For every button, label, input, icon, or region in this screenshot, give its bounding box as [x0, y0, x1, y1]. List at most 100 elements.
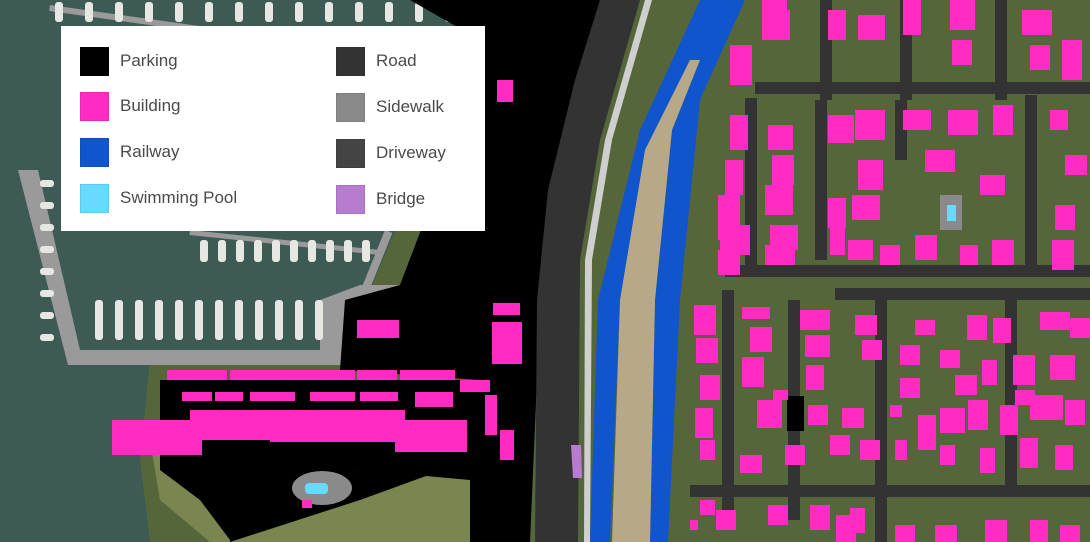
- building: [765, 245, 795, 265]
- building: [940, 408, 965, 433]
- boat: [175, 300, 183, 340]
- building: [1030, 520, 1048, 542]
- legend-item-bridge: Bridge: [336, 184, 425, 214]
- building: [915, 235, 937, 260]
- building: [1055, 445, 1073, 470]
- building: [1062, 40, 1082, 80]
- building: [1030, 395, 1045, 420]
- boat: [175, 2, 183, 22]
- building: [968, 400, 988, 430]
- building: [182, 392, 212, 401]
- building: [768, 505, 788, 525]
- building: [1052, 240, 1074, 270]
- building: [960, 245, 978, 265]
- parking-swatch-icon: [80, 46, 109, 76]
- boat: [295, 300, 303, 340]
- legend-label: Swimming Pool: [120, 188, 238, 207]
- boat: [275, 300, 283, 340]
- building: [1050, 355, 1075, 380]
- building: [967, 315, 987, 340]
- legend-label: Sidewalk: [376, 97, 445, 116]
- boat: [85, 2, 93, 22]
- boat: [235, 2, 243, 22]
- building: [858, 15, 885, 40]
- building: [1065, 400, 1085, 425]
- boat: [40, 224, 54, 231]
- boat: [40, 202, 54, 209]
- building: [828, 115, 854, 143]
- building: [700, 440, 715, 460]
- legend-item-swimming-pool: Swimming Pool: [80, 183, 237, 213]
- building: [806, 365, 824, 390]
- legend-label: Driveway: [376, 143, 446, 162]
- boat: [315, 300, 323, 340]
- building: [1040, 312, 1070, 330]
- swimming-pool-swatch-icon: [80, 183, 109, 213]
- building: [855, 315, 877, 335]
- legend-label: Parking: [120, 51, 178, 70]
- boat: [218, 240, 226, 262]
- legend-label: Bridge: [376, 189, 426, 208]
- building: [852, 195, 880, 220]
- building: [980, 175, 1005, 195]
- building: [903, 110, 931, 130]
- building: [785, 445, 805, 465]
- building: [742, 357, 764, 387]
- building: [993, 318, 1011, 343]
- building: [415, 392, 453, 407]
- building: [940, 350, 960, 368]
- building: [694, 305, 716, 335]
- building: [900, 378, 920, 398]
- boat: [308, 240, 316, 262]
- boat: [362, 240, 370, 262]
- legend-item-road: Road: [336, 46, 417, 76]
- building: [302, 500, 312, 508]
- boat: [95, 300, 103, 340]
- building: [1055, 205, 1075, 230]
- boat: [290, 240, 298, 262]
- building: [842, 408, 864, 428]
- building: [918, 415, 936, 450]
- building: [836, 515, 856, 542]
- building: [800, 310, 830, 330]
- sidewalk-swatch-icon: [336, 92, 365, 122]
- building: [765, 185, 793, 215]
- building: [935, 525, 957, 542]
- building: [725, 160, 743, 195]
- boat: [40, 180, 54, 187]
- building: [190, 410, 270, 440]
- building: [952, 40, 972, 65]
- building: [270, 370, 312, 380]
- building: [700, 500, 715, 515]
- boat: [40, 268, 54, 275]
- boat: [40, 290, 54, 297]
- boat: [254, 240, 262, 262]
- boat: [195, 300, 203, 340]
- building-swatch-icon: [80, 91, 109, 121]
- boat: [205, 2, 213, 22]
- building: [903, 0, 921, 35]
- boat: [115, 2, 123, 22]
- building: [855, 110, 885, 140]
- building: [250, 392, 295, 401]
- building: [1070, 318, 1090, 338]
- building: [772, 10, 790, 40]
- swimming-pool: [947, 205, 956, 221]
- building: [497, 80, 513, 102]
- legend-item-building: Building: [80, 91, 181, 121]
- boat: [325, 2, 333, 22]
- building: [805, 335, 830, 357]
- building: [112, 420, 202, 455]
- building: [1045, 395, 1063, 420]
- building: [1000, 405, 1018, 435]
- building: [757, 400, 782, 428]
- building: [860, 440, 880, 460]
- building: [828, 198, 846, 228]
- boat: [55, 2, 63, 22]
- building: [1030, 45, 1050, 70]
- boat: [272, 240, 280, 262]
- boat: [236, 240, 244, 262]
- building: [716, 510, 736, 530]
- building: [1020, 438, 1038, 468]
- building: [1050, 110, 1068, 130]
